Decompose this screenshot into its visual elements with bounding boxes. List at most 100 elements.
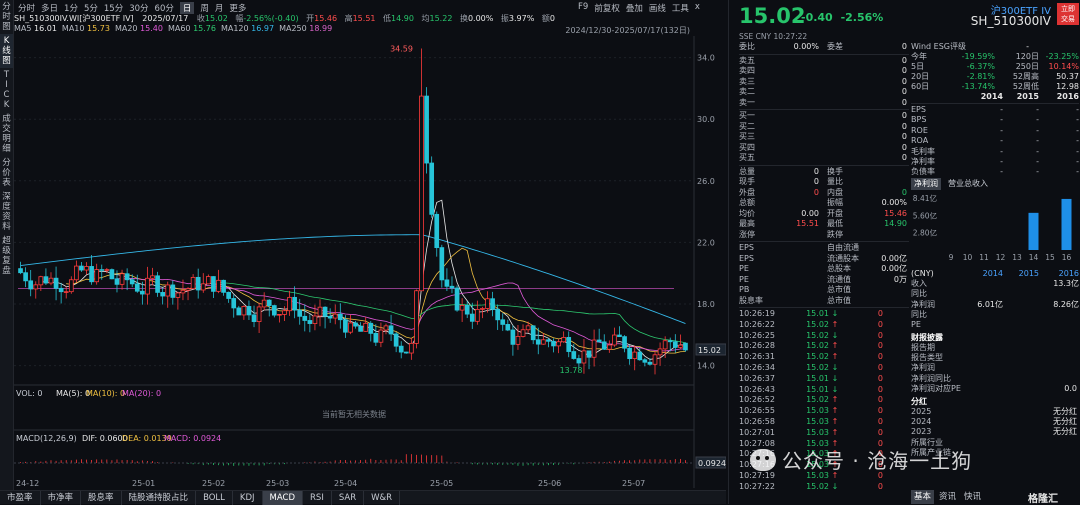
fin-tabs: 净利润 营业总收入 — [911, 177, 1079, 190]
stat-row: 均价 0.00 开盘 15.46 — [739, 208, 907, 218]
right-bottom-tab[interactable]: 基本 — [911, 490, 935, 504]
candle-body — [271, 305, 277, 316]
left-tab[interactable]: 分时 图 — [0, 0, 13, 34]
indicator-tab[interactable]: RSI — [303, 490, 332, 505]
candle-body — [586, 350, 592, 358]
min-label: 13.78 — [560, 366, 583, 375]
dividend-title: 分红 — [911, 396, 927, 406]
close-icon[interactable]: x — [695, 2, 700, 14]
candle-body — [464, 305, 470, 315]
left-tab[interactable]: T I C K — [0, 68, 13, 112]
candle-body — [297, 309, 303, 317]
date-range: 2024/12/30-2025/07/17(132日) — [565, 26, 690, 35]
indicator-tab[interactable]: 陆股通持股占比 — [122, 490, 197, 505]
right-bottom-tab[interactable]: 资讯 — [936, 490, 959, 504]
fin-tab[interactable]: 净利润 — [911, 177, 941, 190]
indicator-tab[interactable]: KDJ — [233, 490, 263, 505]
report-row: 净利润对应PE 0.0 — [911, 384, 1077, 394]
candle-body — [94, 269, 100, 283]
candle-body — [383, 325, 389, 331]
indicator-tab[interactable]: MACD — [262, 490, 304, 505]
candle-body — [627, 347, 632, 360]
candle-body — [216, 279, 221, 292]
left-tab[interactable]: K 线 图 — [0, 34, 13, 68]
x-tick-label: 25-03 — [266, 479, 289, 488]
candle-body — [261, 299, 267, 308]
candle-body — [266, 299, 272, 306]
candle-body — [140, 290, 145, 295]
vol-label: VOL: 0 — [16, 389, 42, 398]
candle-body — [287, 296, 292, 312]
exchange-meta: SSE CNY 10:27:22 — [739, 32, 808, 41]
bar-xtick: 9 — [949, 253, 954, 262]
fundamentals-column: Wind ESG评级 - 今年 -19.59% 120日 -23.25% 5日 -6.37% 2… — [911, 42, 1079, 459]
candle-body — [317, 306, 323, 317]
income-row: 净利润 6.01亿 8.26亿 — [911, 299, 1079, 309]
candle-body — [58, 287, 64, 293]
candle-body — [114, 278, 120, 285]
candle-body — [246, 306, 252, 316]
indicator-tab[interactable]: 市盈率 — [0, 490, 41, 505]
income-row: 同比 — [911, 309, 927, 319]
ma-MA60: MA60 15.76 — [167, 24, 216, 33]
stat-row: 总额 振幅 0.00% — [739, 198, 907, 207]
candle-body — [393, 333, 399, 347]
fin-row: EPS - - - — [911, 105, 1079, 114]
perf-row: 20日 -2.81% 52周高 50.37 — [911, 72, 1079, 81]
left-vertical-tabs: 分时 图K 线 图T I C K 成交 明细 分价 表深度 资料 超级 复盘 — [0, 0, 14, 490]
tool-画线[interactable]: 画线 — [649, 2, 666, 14]
last-price: 15.02 — [739, 4, 806, 28]
left-tab[interactable]: 超级 复盘 — [0, 234, 13, 278]
fin-header: 2014 2015 2016 — [980, 92, 1079, 101]
trade-now-button[interactable]: 立即 交易 — [1057, 3, 1079, 25]
candle-body — [231, 298, 237, 309]
fin-tab[interactable]: 营业总收入 — [945, 178, 991, 190]
vol-ma10: MA(10): 0 — [86, 389, 125, 398]
income-bar — [1061, 198, 1072, 250]
indicator-tab[interactable]: W&R — [364, 490, 401, 505]
last-price-label: 15.02 — [698, 346, 721, 355]
bid-row: 买二 0 — [739, 121, 907, 131]
bid-row: 买五 0 — [739, 153, 907, 162]
candle-body — [175, 292, 181, 298]
candle-body — [363, 322, 369, 332]
info-code: SH_510300IV.WI[沪300ETF IV] — [14, 14, 134, 23]
candle-body — [495, 308, 500, 321]
candle-body — [617, 334, 622, 338]
candle-body — [74, 265, 79, 281]
candle-body — [561, 337, 566, 343]
candle-body — [104, 269, 110, 271]
quote-info-line: SH_510300IV.WI[沪300ETF IV] 2025/07/17 收1… — [14, 14, 555, 23]
info-open: 15.46 — [314, 14, 338, 23]
tool-前复权[interactable]: 前复权 — [594, 2, 620, 14]
vol-ma20: MA(20): 0 — [122, 389, 161, 398]
right-bottom-tab[interactable]: 快讯 — [961, 490, 984, 504]
tool-F9[interactable]: F9 — [578, 2, 588, 14]
bar-ytick: 2.80亿 — [913, 227, 938, 237]
indicator-tab[interactable]: BOLL — [196, 490, 233, 505]
candle-body — [388, 325, 394, 335]
left-tab[interactable]: 深度 资料 — [0, 190, 13, 234]
tool-叠加[interactable]: 叠加 — [626, 2, 643, 14]
left-tab[interactable]: 分价 表 — [0, 156, 13, 190]
fin-row: BPS - - - — [911, 115, 1079, 125]
candle-body — [546, 339, 551, 342]
candle-body — [672, 341, 678, 348]
kline-svg[interactable]: 14.0 18.0 22.0 26.0 30.0 34.0 2024/12/30-2025/… — [14, 0, 726, 488]
left-tab[interactable]: 成交 明细 — [0, 112, 13, 156]
ask-row: 卖二 0 — [739, 87, 907, 96]
candle-body — [662, 340, 668, 350]
candle-body — [368, 322, 374, 334]
candle-body — [480, 308, 485, 310]
ma-MA10: MA10 15.73 — [61, 24, 110, 33]
dividend-row: 2023 无分红 — [911, 427, 1077, 437]
x-tick-label: 25-06 — [538, 479, 561, 488]
candle-body — [475, 308, 480, 322]
indicator-tab[interactable]: SAR — [332, 490, 365, 505]
indicator-tab[interactable]: 股息率 — [81, 490, 122, 505]
tool-工具[interactable]: 工具 — [672, 2, 689, 14]
indicator-tab[interactable]: 市净率 — [41, 490, 82, 505]
perf-row: 今年 -19.59% 120日 -23.25% — [911, 52, 1079, 61]
candle-body — [18, 268, 23, 274]
candle-body — [657, 348, 663, 356]
